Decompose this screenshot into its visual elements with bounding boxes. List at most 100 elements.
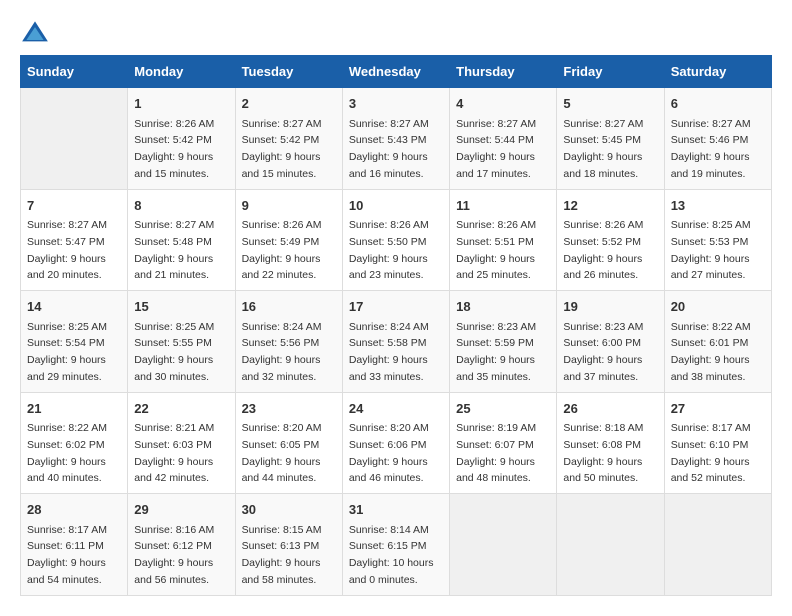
day-sunrise: Sunrise: 8:23 AM — [456, 321, 536, 333]
calendar-cell: 26Sunrise: 8:18 AMSunset: 6:08 PMDayligh… — [557, 392, 664, 494]
day-daylight: Daylight: 9 hours and 58 minutes. — [242, 557, 321, 586]
day-sunset: Sunset: 5:45 PM — [563, 134, 641, 146]
day-daylight: Daylight: 9 hours and 42 minutes. — [134, 456, 213, 485]
day-daylight: Daylight: 9 hours and 26 minutes. — [563, 253, 642, 282]
calendar-cell: 10Sunrise: 8:26 AMSunset: 5:50 PMDayligh… — [342, 189, 449, 291]
day-number: 14 — [27, 297, 121, 317]
header-day-friday: Friday — [557, 56, 664, 88]
calendar-cell: 11Sunrise: 8:26 AMSunset: 5:51 PMDayligh… — [450, 189, 557, 291]
header-day-wednesday: Wednesday — [342, 56, 449, 88]
day-sunset: Sunset: 5:50 PM — [349, 236, 427, 248]
calendar-cell: 3Sunrise: 8:27 AMSunset: 5:43 PMDaylight… — [342, 88, 449, 190]
day-sunset: Sunset: 5:42 PM — [242, 134, 320, 146]
day-sunset: Sunset: 5:42 PM — [134, 134, 212, 146]
header-day-sunday: Sunday — [21, 56, 128, 88]
day-sunset: Sunset: 6:01 PM — [671, 337, 749, 349]
header-day-saturday: Saturday — [664, 56, 771, 88]
day-number: 15 — [134, 297, 228, 317]
calendar-cell: 16Sunrise: 8:24 AMSunset: 5:56 PMDayligh… — [235, 291, 342, 393]
day-number: 27 — [671, 399, 765, 419]
day-sunset: Sunset: 5:48 PM — [134, 236, 212, 248]
day-number: 28 — [27, 500, 121, 520]
day-daylight: Daylight: 9 hours and 29 minutes. — [27, 354, 106, 383]
day-daylight: Daylight: 9 hours and 46 minutes. — [349, 456, 428, 485]
calendar-cell: 7Sunrise: 8:27 AMSunset: 5:47 PMDaylight… — [21, 189, 128, 291]
calendar-cell — [21, 88, 128, 190]
day-number: 13 — [671, 196, 765, 216]
day-number: 2 — [242, 94, 336, 114]
calendar-cell: 2 Sunrise: 8:27 AM Sunset: 5:42 PM Daylight… — [235, 88, 342, 190]
day-sunset: Sunset: 6:07 PM — [456, 439, 534, 451]
day-sunrise: Sunrise: 8:25 AM — [671, 219, 751, 231]
day-daylight: Daylight: 9 hours and 25 minutes. — [456, 253, 535, 282]
day-daylight: Daylight: 10 hours and 0 minutes. — [349, 557, 434, 586]
day-daylight: Daylight: 9 hours and 48 minutes. — [456, 456, 535, 485]
calendar-cell: 21Sunrise: 8:22 AMSunset: 6:02 PMDayligh… — [21, 392, 128, 494]
day-number: 5 — [563, 94, 657, 114]
calendar-cell: 8Sunrise: 8:27 AMSunset: 5:48 PMDaylight… — [128, 189, 235, 291]
day-sunset: Sunset: 5:58 PM — [349, 337, 427, 349]
day-sunrise: Sunrise: 8:27 AM — [134, 219, 214, 231]
day-sunrise: Sunrise: 8:14 AM — [349, 524, 429, 536]
day-sunset: Sunset: 6:03 PM — [134, 439, 212, 451]
day-sunset: Sunset: 6:13 PM — [242, 540, 320, 552]
day-number: 7 — [27, 196, 121, 216]
day-number: 6 — [671, 94, 765, 114]
day-sunrise: Sunrise: 8:27 AM — [349, 118, 429, 130]
week-row-3: 14Sunrise: 8:25 AMSunset: 5:54 PMDayligh… — [21, 291, 772, 393]
day-sunrise: Sunrise: 8:25 AM — [134, 321, 214, 333]
week-row-1: 1Sunrise: 8:26 AMSunset: 5:42 PMDaylight… — [21, 88, 772, 190]
day-number: 8 — [134, 196, 228, 216]
day-number: 21 — [27, 399, 121, 419]
day-sunrise: Sunrise: 8:20 AM — [242, 422, 322, 434]
calendar-cell: 4Sunrise: 8:27 AMSunset: 5:44 PMDaylight… — [450, 88, 557, 190]
day-number: 31 — [349, 500, 443, 520]
day-sunset: Sunset: 5:59 PM — [456, 337, 534, 349]
day-number: 17 — [349, 297, 443, 317]
day-sunrise: Sunrise: 8:21 AM — [134, 422, 214, 434]
day-sunrise: Sunrise: 8:27 AM — [242, 118, 322, 130]
day-sunrise: Sunrise: 8:16 AM — [134, 524, 214, 536]
week-row-5: 28Sunrise: 8:17 AMSunset: 6:11 PMDayligh… — [21, 494, 772, 596]
day-sunset: Sunset: 5:49 PM — [242, 236, 320, 248]
day-sunrise: Sunrise: 8:27 AM — [671, 118, 751, 130]
day-number: 26 — [563, 399, 657, 419]
day-sunrise: Sunrise: 8:25 AM — [27, 321, 107, 333]
calendar-cell: 15Sunrise: 8:25 AMSunset: 5:55 PMDayligh… — [128, 291, 235, 393]
day-number: 29 — [134, 500, 228, 520]
day-sunrise: Sunrise: 8:19 AM — [456, 422, 536, 434]
day-sunrise: Sunrise: 8:24 AM — [242, 321, 322, 333]
day-number: 30 — [242, 500, 336, 520]
week-row-4: 21Sunrise: 8:22 AMSunset: 6:02 PMDayligh… — [21, 392, 772, 494]
day-sunset: Sunset: 6:15 PM — [349, 540, 427, 552]
day-sunset: Sunset: 5:47 PM — [27, 236, 105, 248]
day-sunset: Sunset: 6:11 PM — [27, 540, 104, 552]
day-daylight: Daylight: 9 hours and 44 minutes. — [242, 456, 321, 485]
calendar-cell: 18Sunrise: 8:23 AMSunset: 5:59 PMDayligh… — [450, 291, 557, 393]
week-row-2: 7 Sunrise: 8:27 AM Sunset: 5:47 PM Daylight… — [21, 189, 772, 291]
day-number: 16 — [242, 297, 336, 317]
day-daylight: Daylight: 9 hours and 16 minutes. — [349, 151, 428, 180]
day-daylight: Daylight: 9 hours and 15 minutes. — [242, 151, 321, 180]
calendar-cell — [664, 494, 771, 596]
day-number: 4 — [456, 94, 550, 114]
calendar-cell: 31 Sunrise: 8:14 AM Sunset: 6:15 PM Dayligh… — [342, 494, 449, 596]
calendar-cell: 1Sunrise: 8:26 AMSunset: 5:42 PMDaylight… — [128, 88, 235, 190]
day-daylight: Daylight: 9 hours and 18 minutes. — [563, 151, 642, 180]
day-sunrise: Sunrise: 8:18 AM — [563, 422, 643, 434]
day-daylight: Daylight: 9 hours and 52 minutes. — [671, 456, 750, 485]
day-daylight: Daylight: 9 hours and 37 minutes. — [563, 354, 642, 383]
day-number: 1 — [134, 94, 228, 114]
calendar-header: SundayMondayTuesdayWednesdayThursdayFrid… — [21, 56, 772, 88]
day-daylight: Daylight: 9 hours and 27 minutes. — [671, 253, 750, 282]
day-sunrise: Sunrise: 8:26 AM — [349, 219, 429, 231]
header-day-monday: Monday — [128, 56, 235, 88]
calendar-cell: 22Sunrise: 8:21 AMSunset: 6:03 PMDayligh… — [128, 392, 235, 494]
logo-icon — [20, 20, 50, 45]
header-day-tuesday: Tuesday — [235, 56, 342, 88]
day-sunset: Sunset: 5:44 PM — [456, 134, 534, 146]
calendar-cell: 28Sunrise: 8:17 AMSunset: 6:11 PMDayligh… — [21, 494, 128, 596]
day-daylight: Daylight: 9 hours and 33 minutes. — [349, 354, 428, 383]
day-sunrise: Sunrise: 8:24 AM — [349, 321, 429, 333]
day-sunrise: Sunrise: 8:26 AM — [242, 219, 322, 231]
